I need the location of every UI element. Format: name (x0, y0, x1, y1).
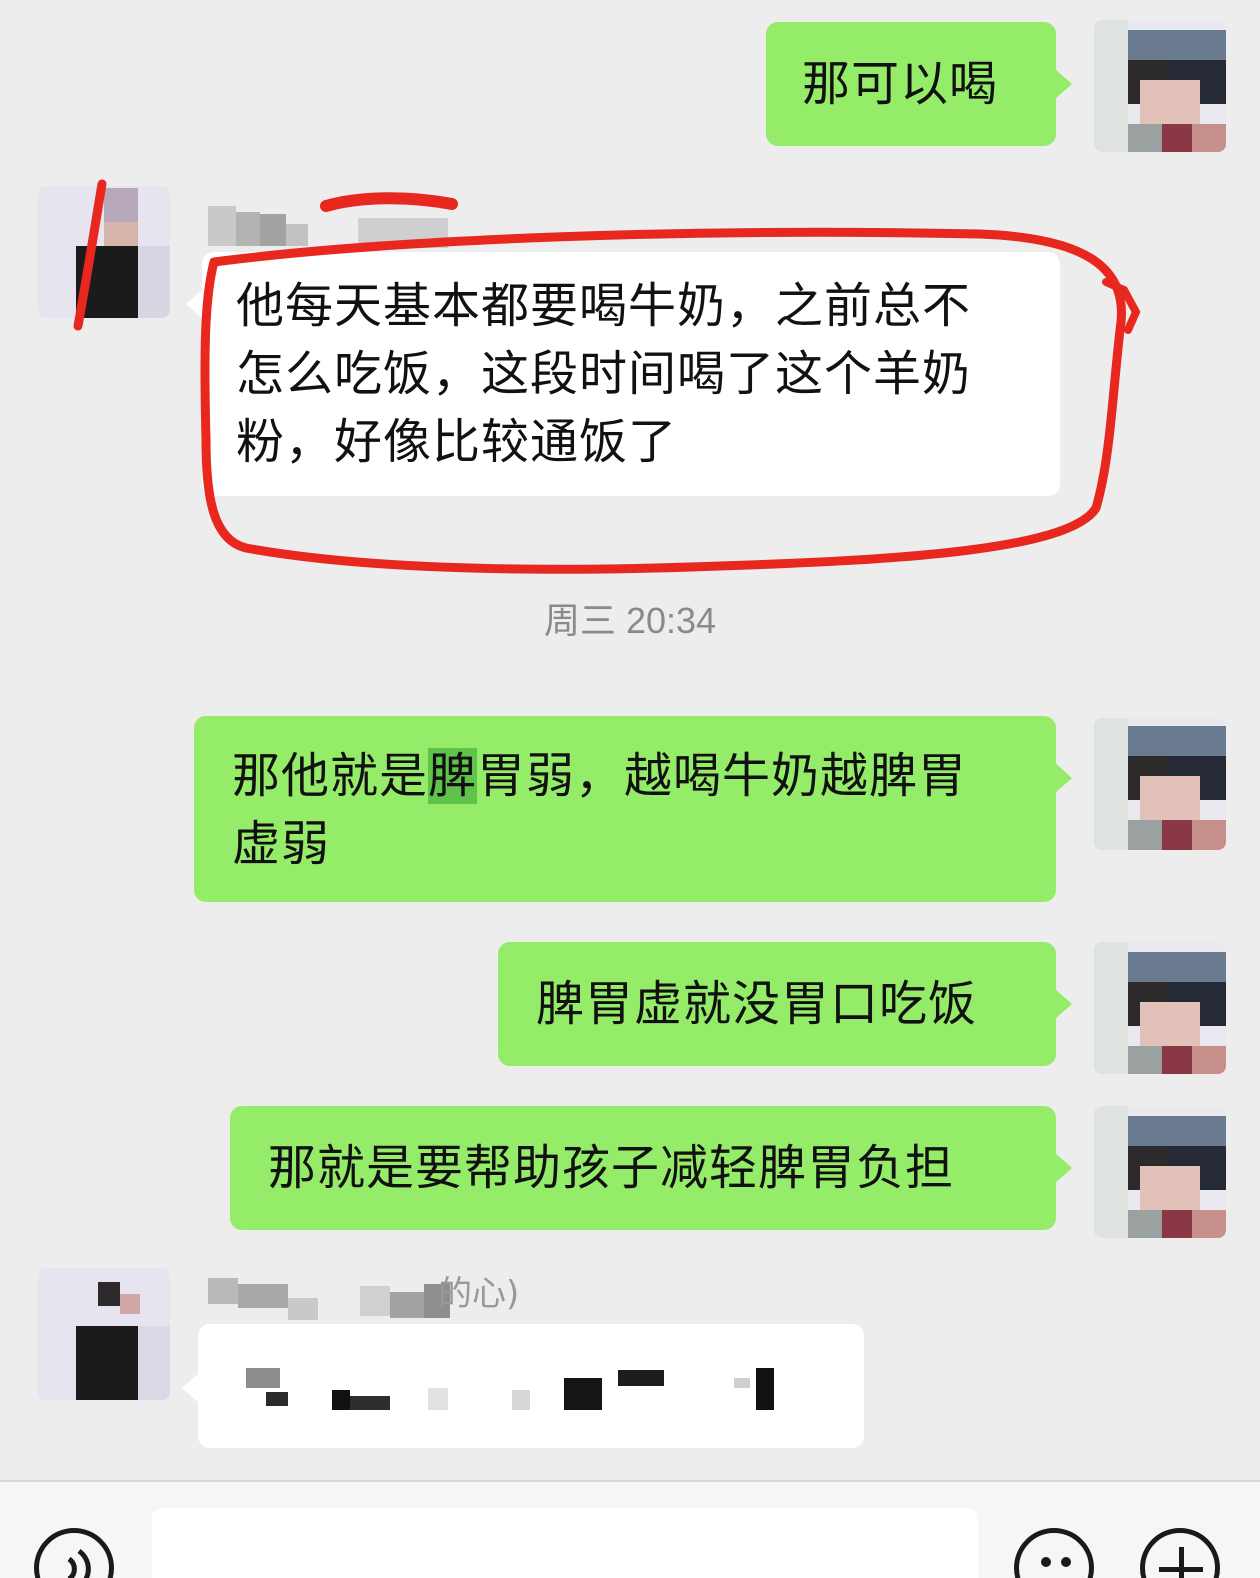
voice-icon[interactable] (34, 1528, 114, 1578)
message-text: 那可以喝 (802, 56, 999, 112)
message-row: 那可以喝 (0, 20, 1260, 170)
plus-icon[interactable] (1140, 1528, 1220, 1578)
message-line: 粉，好像比较通饭了 (236, 414, 678, 470)
chat-timestamp: 周三 20:34 (543, 600, 717, 641)
message-row: 脾胃虚就没胃口吃饭 (0, 942, 1260, 1082)
emoji-icon[interactable] (1014, 1528, 1094, 1578)
bubble-tail (1054, 68, 1072, 100)
message-row: 那就是要帮助孩子减轻脾胃负担 (0, 1106, 1260, 1246)
message-bubble-outgoing[interactable]: 那可以喝 (766, 22, 1056, 146)
message-bubble-incoming-redacted[interactable] (198, 1324, 864, 1448)
message-line: 虚弱 (232, 816, 331, 872)
redacted-message-mosaic (238, 1368, 798, 1416)
chat-input-bar (0, 1480, 1260, 1578)
avatar-self[interactable] (1094, 942, 1226, 1074)
avatar-contact[interactable] (38, 186, 170, 318)
message-text: 那就是要帮助孩子减轻脾胃负担 (268, 1140, 955, 1196)
sender-name-visible-part: 的心) (438, 1274, 520, 1314)
message-text-part: 那他就是 (232, 748, 429, 804)
avatar-contact[interactable] (38, 1268, 170, 1400)
avatar-self[interactable] (1094, 718, 1226, 850)
message-text: 脾胃虚就没胃口吃饭 (536, 976, 978, 1032)
message-bubble-outgoing[interactable]: 脾胃虚就没胃口吃饭 (498, 942, 1056, 1066)
message-bubble-outgoing[interactable]: 那就是要帮助孩子减轻脾胃负担 (230, 1106, 1056, 1230)
message-input[interactable] (152, 1508, 978, 1578)
bubble-tail (1054, 988, 1072, 1020)
avatar-self[interactable] (1094, 1106, 1226, 1238)
message-line: 怎么吃饭，这段时间喝了这个羊奶 (236, 346, 972, 402)
message-line: 那他就是脾胃弱，越喝牛奶越脾胃 (232, 742, 1018, 810)
chat-area: 那可以喝 他每天基本都要喝牛奶，之前总不 怎么吃饭，这段时间喝了这个羊奶 粉，好… (0, 0, 1260, 1480)
message-text-part: 胃弱，越喝牛奶越脾胃 (477, 748, 968, 804)
bubble-tail (1054, 1152, 1072, 1184)
message-row: 他每天基本都要喝牛奶，之前总不 怎么吃饭，这段时间喝了这个羊奶 粉，好像比较通饭… (0, 184, 1260, 524)
message-line: 他每天基本都要喝牛奶，之前总不 (236, 278, 972, 334)
sender-name-redacted: 的心) (208, 1272, 538, 1328)
message-row: 那他就是脾胃弱，越喝牛奶越脾胃 虚弱 (0, 716, 1260, 916)
message-row: 的心) (0, 1266, 1260, 1466)
message-bubble-outgoing[interactable]: 那他就是脾胃弱，越喝牛奶越脾胃 虚弱 (194, 716, 1056, 902)
avatar-self[interactable] (1094, 20, 1226, 152)
sender-name-redacted (208, 206, 508, 250)
selected-text-highlight[interactable]: 脾 (428, 748, 478, 804)
message-bubble-incoming[interactable]: 他每天基本都要喝牛奶，之前总不 怎么吃饭，这段时间喝了这个羊奶 粉，好像比较通饭… (202, 252, 1060, 496)
bubble-tail (1054, 762, 1072, 794)
